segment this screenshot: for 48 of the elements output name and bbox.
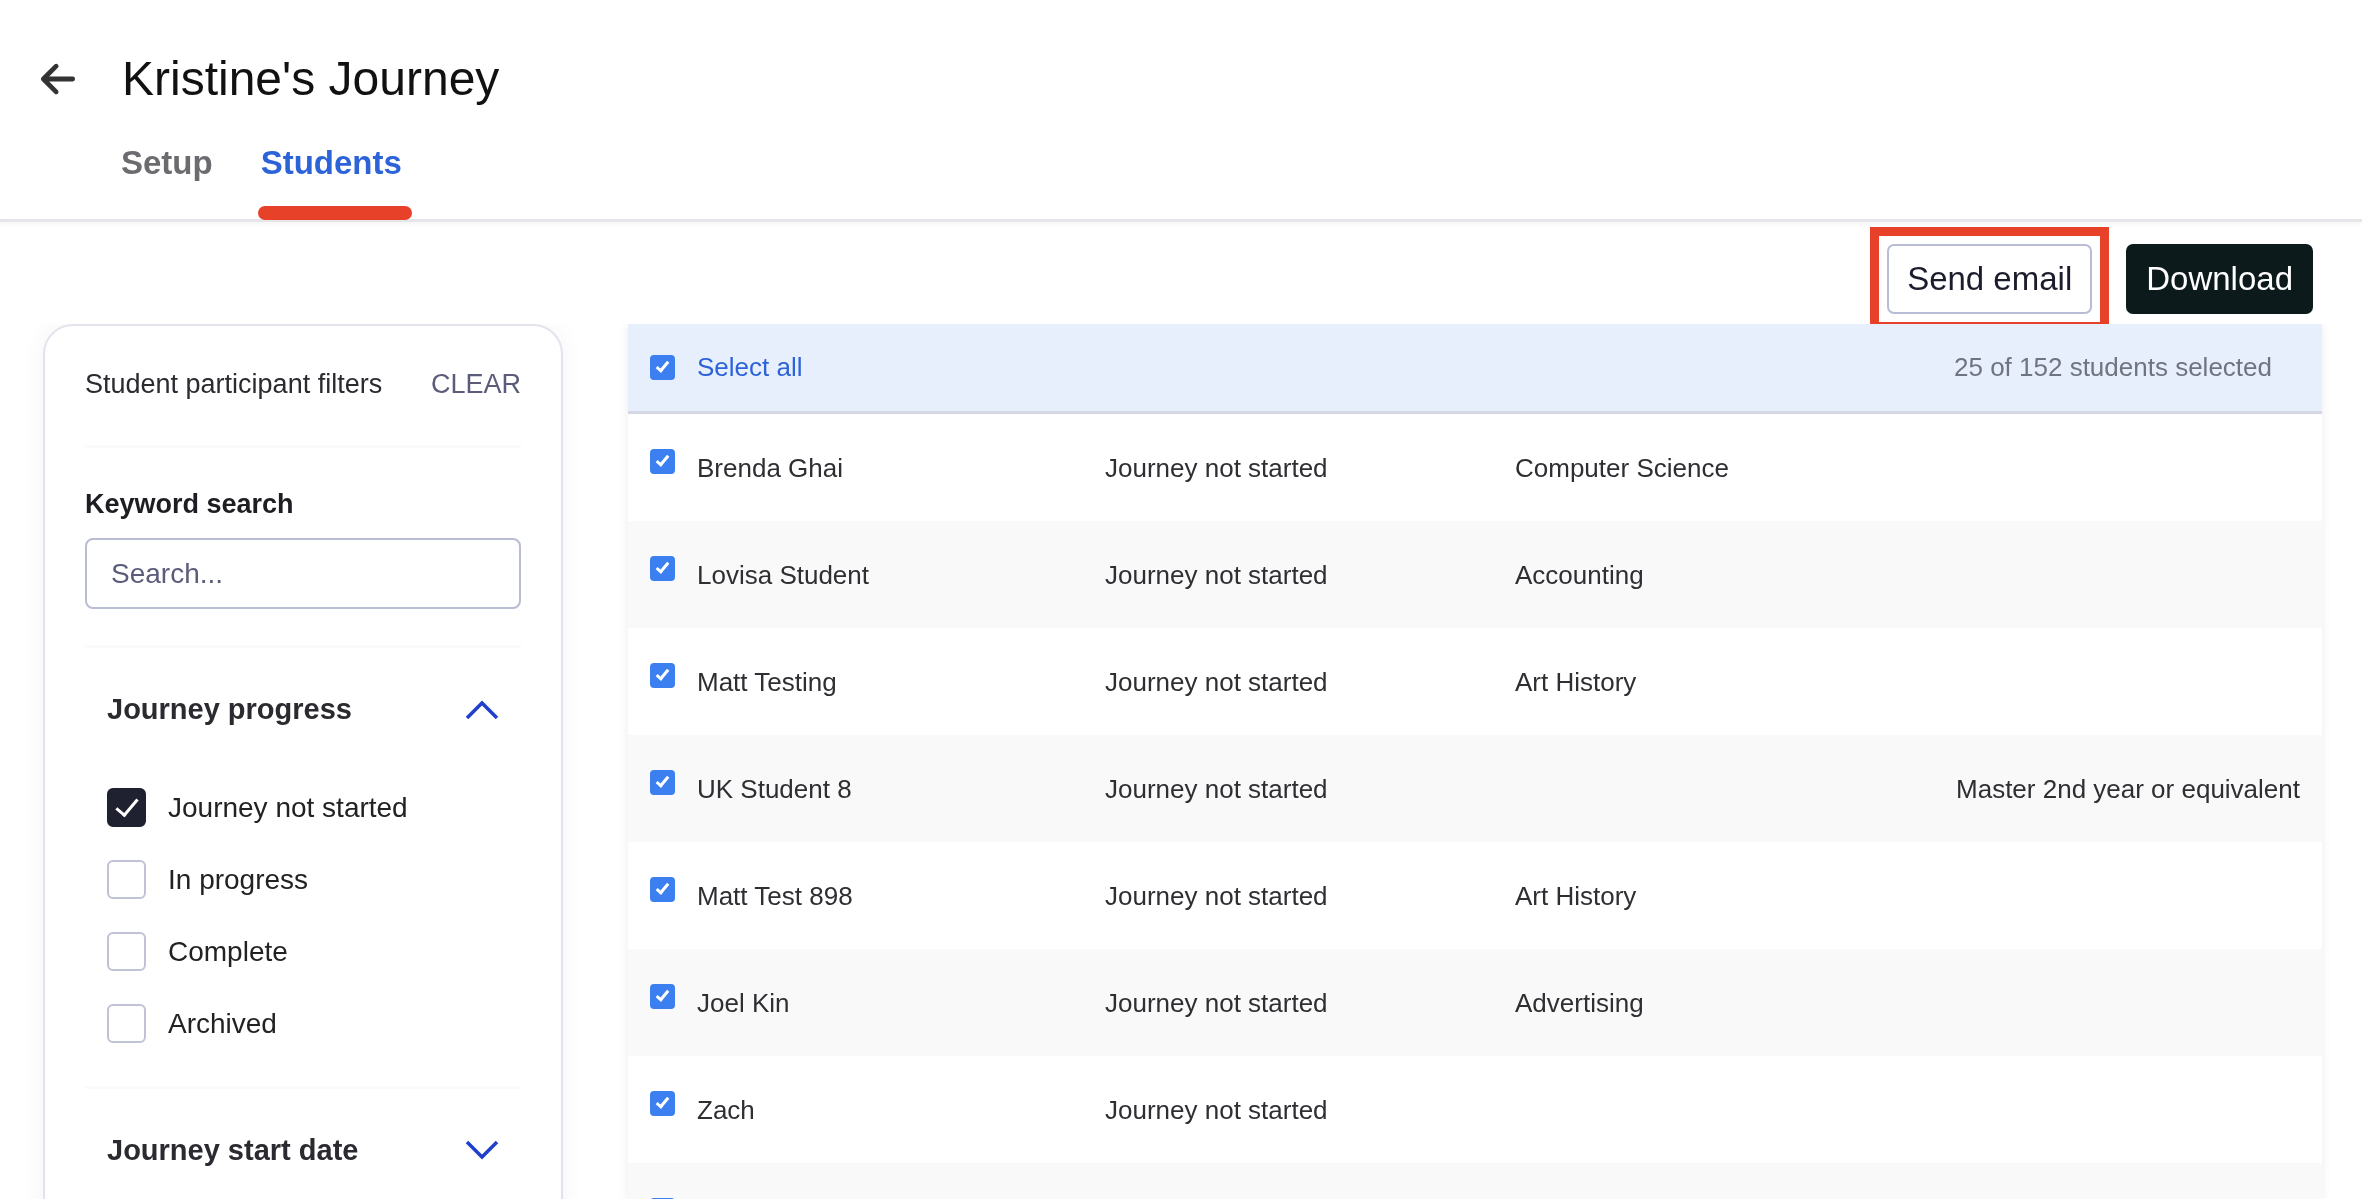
table-cell-text: Advertising — [1515, 987, 1645, 1020]
student-name: Joel Kin — [697, 987, 791, 1020]
table-cell-text: Accounting — [1515, 559, 1645, 592]
checkbox[interactable] — [650, 770, 675, 795]
page-title: Kristine's Journey — [122, 51, 500, 107]
checkbox[interactable] — [650, 355, 675, 380]
table-cell-text: Art History — [1515, 880, 1638, 913]
search-field[interactable]: Search... — [85, 538, 521, 609]
checkbox[interactable] — [650, 556, 675, 581]
section-title: Journey progress — [107, 692, 352, 727]
status-cell-text: Journey not started — [1105, 880, 1329, 913]
status-cell-text: Journey not started — [1105, 452, 1329, 485]
student-name: Brenda Ghai — [697, 452, 844, 485]
filter-title: Student participant filters — [85, 368, 383, 401]
student-name: Matt Test 898 — [697, 880, 854, 913]
tab[interactable]: Setup — [121, 137, 213, 188]
checkbox[interactable] — [650, 1091, 675, 1116]
status-cell-text: Journey not started — [1105, 987, 1329, 1020]
checkbox-label: In progress — [168, 862, 309, 897]
status-cell-text: Journey not started — [1105, 1094, 1329, 1127]
status-cell-text: Journey not started — [1105, 773, 1329, 806]
checkbox[interactable] — [650, 984, 675, 1009]
send-email-button[interactable]: Send email — [1887, 243, 2093, 315]
student-name: Lovisa Student — [697, 559, 870, 592]
student-name: UK Student 8 — [697, 773, 853, 806]
tab[interactable]: Students — [260, 137, 402, 188]
checkbox[interactable] — [107, 788, 146, 827]
checkbox-label: Archived — [168, 1006, 277, 1041]
table-cell-text: Computer Science — [1515, 452, 1730, 485]
table-cell-text: Art History — [1515, 666, 1638, 699]
checkbox-label: Journey not started — [168, 790, 408, 825]
clear-link[interactable]: CLEAR — [430, 364, 521, 405]
student-name: Matt Testing — [697, 666, 838, 699]
chevron-up-icon[interactable] — [465, 699, 499, 720]
select-all-link[interactable]: Select all — [697, 348, 803, 387]
student-name: Zach — [697, 1094, 756, 1127]
status-cell-text: Journey not started — [1105, 559, 1329, 592]
section-title: Journey start date — [107, 1132, 359, 1168]
field-label: Keyword search — [85, 487, 295, 521]
checkbox[interactable] — [650, 877, 675, 902]
checkbox-label: Complete — [168, 934, 288, 969]
table-cell-text: Master 2nd year or equivalent — [1955, 773, 2300, 806]
download-button[interactable]: Download — [2126, 243, 2313, 315]
checkbox[interactable] — [650, 663, 675, 688]
status-cell-text: Journey not started — [1105, 666, 1329, 699]
checkbox[interactable] — [650, 449, 675, 474]
selection-count: 25 of 152 students selected — [1954, 351, 2272, 384]
chevron-down-icon[interactable] — [465, 1140, 499, 1161]
